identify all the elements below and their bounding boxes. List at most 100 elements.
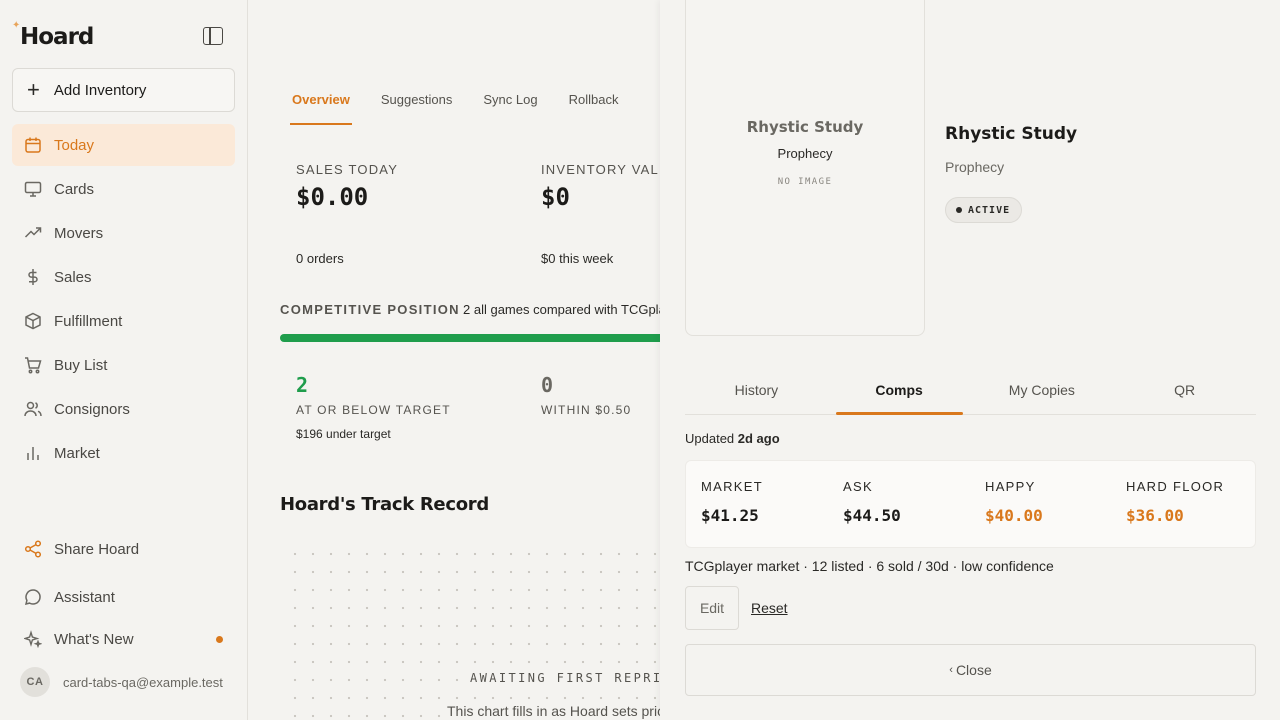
- price-label: HAPPY: [985, 479, 1036, 494]
- price-happy: HAPPY $40.00: [985, 479, 1043, 525]
- tab-my-copies[interactable]: My Copies: [971, 366, 1114, 414]
- sidebar-item-label: Movers: [54, 224, 104, 242]
- inventory-value-week: $0 this week: [541, 251, 614, 266]
- price-label: ASK: [843, 479, 873, 494]
- sidebar-toggle-icon[interactable]: [203, 27, 223, 45]
- card-detail-tabs: History Comps My Copies QR: [685, 366, 1256, 415]
- competitive-position-bar: [280, 334, 660, 342]
- card-image-name: Rhystic Study: [746, 118, 864, 136]
- sidebar-item-label: Share Hoard: [54, 540, 140, 558]
- awaiting-reprice-text: AWAITING FIRST REPRICE: [466, 671, 660, 685]
- sidebar-item-buy-list[interactable]: Buy List: [12, 344, 235, 386]
- sidebar-item-label: Today: [54, 136, 95, 154]
- sidebar-item-sales[interactable]: Sales: [12, 256, 235, 298]
- edit-button[interactable]: Edit: [685, 586, 739, 630]
- status-badge: ACTIVE: [945, 197, 1023, 223]
- sidebar-item-cards[interactable]: Cards: [12, 168, 235, 210]
- inventory-value-label: INVENTORY VALUE: [541, 162, 660, 177]
- sidebar-item-fulfillment[interactable]: Fulfillment: [12, 300, 235, 342]
- card-set-name: Prophecy: [945, 159, 1005, 175]
- sidebar-item-market[interactable]: Market: [12, 432, 235, 474]
- price-label: HARD FLOOR: [1126, 479, 1225, 494]
- price-hard-floor: HARD FLOOR $36.00: [1126, 479, 1224, 525]
- card-title: Rhystic Study: [945, 124, 1078, 144]
- notification-dot: [216, 635, 223, 643]
- sidebar-item-movers[interactable]: Movers: [12, 212, 235, 254]
- tab-rollback[interactable]: Rollback: [569, 92, 619, 125]
- tab-history[interactable]: History: [685, 366, 828, 414]
- price-value: $36.00: [1126, 506, 1184, 525]
- sidebar: ✦ Hoard + Add Inventory Today Cards Move…: [0, 0, 248, 720]
- price-summary: MARKET $41.25 ASK $44.50 HAPPY $40.00 HA…: [685, 460, 1256, 548]
- card-image-placeholder: Rhystic Study Prophecy NO IMAGE: [685, 0, 925, 336]
- avatar: CA: [20, 667, 50, 697]
- status-badge-label: ACTIVE: [968, 204, 1011, 216]
- sidebar-item-label: Market: [54, 444, 100, 462]
- sidebar-item-label: Fulfillment: [54, 312, 123, 330]
- updated-value: 2d ago: [737, 431, 780, 446]
- track-record-title: Hoard's Track Record: [280, 494, 489, 515]
- dollar-icon: [24, 268, 42, 286]
- sales-today-label: SALES TODAY: [296, 162, 399, 177]
- sparkle-icon: [24, 630, 42, 648]
- track-record-chart-placeholder: [286, 545, 660, 720]
- box-icon: [24, 312, 42, 330]
- price-value: $40.00: [985, 506, 1043, 525]
- card-detail-panel: Rhystic Study Prophecy NO IMAGE Rhystic …: [660, 0, 1280, 720]
- reset-link[interactable]: Reset: [751, 600, 788, 616]
- user-email: card-tabs-qa@example.test: [63, 674, 223, 690]
- close-label: Close: [955, 662, 992, 678]
- within-range-count: 0: [541, 373, 554, 397]
- chat-bubble-icon: [24, 588, 42, 606]
- under-target-amount: $196 under target: [296, 427, 391, 441]
- tab-overview[interactable]: Overview: [290, 92, 352, 125]
- main-content: Overview Suggestions Sync Log Rollback S…: [248, 0, 660, 720]
- updated-prefix: Updated: [685, 431, 738, 446]
- sidebar-item-share-hoard[interactable]: Share Hoard: [12, 528, 235, 570]
- sidebar-item-today[interactable]: Today: [12, 124, 235, 166]
- tab-sync-log[interactable]: Sync Log: [483, 92, 537, 125]
- sidebar-item-label: Cards: [54, 180, 95, 198]
- chart-fills-text: This chart fills in as Hoard sets prices: [447, 703, 660, 719]
- plus-icon: +: [27, 77, 40, 102]
- close-button[interactable]: ‹ Close: [685, 644, 1256, 696]
- bar-chart-icon: [24, 444, 42, 462]
- sidebar-item-assistant[interactable]: Assistant: [12, 576, 235, 618]
- competitive-position-note: 2 all games compared with TCGplayer: [463, 302, 660, 317]
- sidebar-item-label: Assistant: [54, 588, 115, 606]
- sidebar-item-label: Sales: [54, 268, 92, 286]
- status-dot-icon: [956, 207, 962, 213]
- within-range-label: WITHIN $0.50: [541, 403, 632, 417]
- sidebar-item-whats-new[interactable]: What's New: [12, 618, 235, 660]
- price-market: MARKET $41.25: [701, 479, 763, 525]
- tcgplayer-market-summary: TCGplayer market · 12 listed · 6 sold / …: [685, 558, 1054, 574]
- add-inventory-label: Add Inventory: [53, 81, 147, 99]
- sidebar-item-label: Buy List: [54, 356, 108, 374]
- sidebar-item-label: Consignors: [54, 400, 130, 418]
- sales-today-value: $0.00: [296, 183, 369, 211]
- price-label: MARKET: [701, 479, 763, 494]
- tab-comps[interactable]: Comps: [828, 366, 971, 415]
- price-value: $41.25: [701, 506, 759, 525]
- user-account[interactable]: CA card-tabs-qa@example.test: [20, 667, 223, 697]
- tab-suggestions[interactable]: Suggestions: [381, 92, 453, 125]
- inventory-value: $0: [541, 183, 570, 211]
- main-tabs: Overview Suggestions Sync Log Rollback: [290, 92, 649, 125]
- share-icon: [24, 540, 42, 558]
- updated-timestamp: Updated 2d ago: [685, 431, 780, 446]
- at-below-target-count: 2: [296, 373, 309, 397]
- sales-today-orders: 0 orders: [296, 251, 344, 266]
- chevron-left-icon: ‹: [949, 664, 953, 676]
- price-ask: ASK $44.50: [843, 479, 901, 525]
- tab-qr[interactable]: QR: [1113, 366, 1256, 414]
- trending-up-icon: [24, 224, 42, 242]
- competitive-position-title: COMPETITIVE POSITION: [280, 302, 460, 317]
- monitor-icon: [24, 180, 42, 198]
- no-image-text: NO IMAGE: [777, 177, 833, 187]
- users-icon: [24, 400, 42, 418]
- app-logo[interactable]: Hoard: [20, 24, 94, 50]
- add-inventory-button[interactable]: + Add Inventory: [12, 68, 235, 112]
- sidebar-item-consignors[interactable]: Consignors: [12, 388, 235, 430]
- cart-icon: [24, 356, 42, 374]
- calendar-icon: [24, 136, 42, 154]
